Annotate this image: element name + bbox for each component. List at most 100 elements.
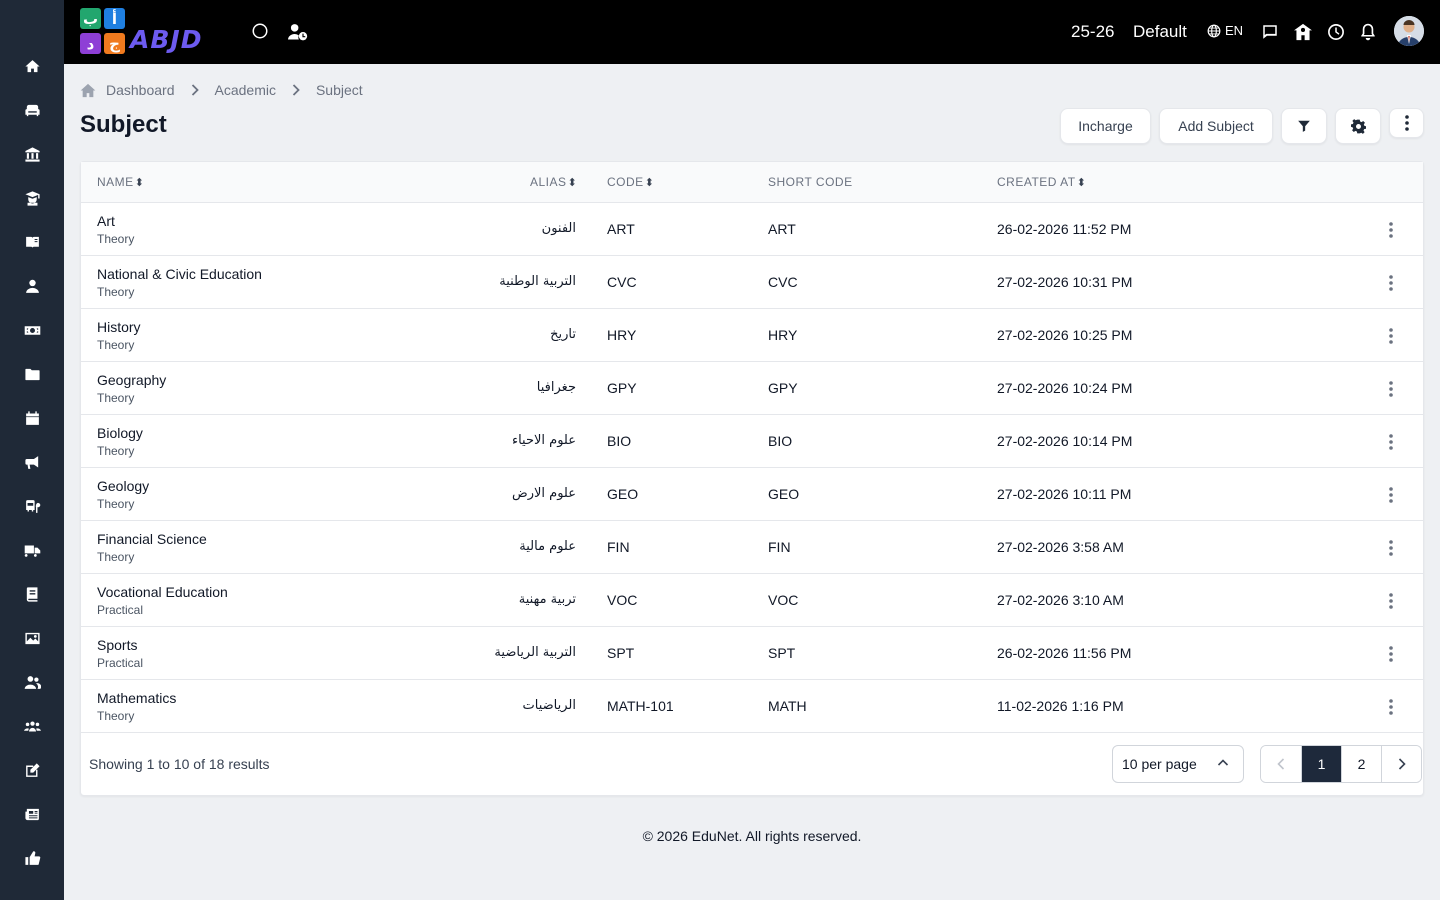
home-icon[interactable] (20, 54, 44, 78)
subject-name-cell[interactable]: Sports Practical (97, 637, 143, 672)
row-actions-button[interactable] (1379, 695, 1403, 719)
table-row: History Theory تاريخ HRY HRY 27-02-2026 10:25… (81, 309, 1423, 362)
book-open-icon[interactable] (20, 230, 44, 254)
subject-name: Geology (97, 478, 150, 494)
row-actions-button[interactable] (1379, 589, 1403, 613)
row-actions-button[interactable] (1379, 324, 1403, 348)
breadcrumb-dashboard[interactable]: Dashboard (106, 82, 175, 98)
people-group-icon[interactable] (20, 714, 44, 738)
subject-type: Theory (97, 232, 135, 246)
page-title: Subject (80, 111, 167, 138)
more-vertical-icon (1389, 593, 1393, 609)
subject-alias: الرياضيات (522, 698, 577, 713)
subject-name: Vocational Education (97, 584, 228, 600)
subject-name-cell[interactable]: Financial Science Theory (97, 531, 207, 566)
row-actions-button[interactable] (1379, 218, 1403, 242)
per-page-select[interactable]: 10 per page (1112, 745, 1244, 783)
truck-icon[interactable] (20, 538, 44, 562)
row-actions-button[interactable] (1379, 430, 1403, 454)
user-clock-icon[interactable] (286, 21, 310, 43)
subject-name: Biology (97, 425, 143, 441)
table-row: Biology Theory علوم الاحياء BIO BIO 27-02-202… (81, 415, 1423, 468)
column-code-header[interactable]: CODE ⬍ (607, 175, 654, 189)
subject-code: CVC (607, 274, 637, 290)
profile-selector[interactable]: Default (1133, 20, 1187, 44)
bell-icon[interactable] (1358, 21, 1378, 43)
next-page-button[interactable] (1381, 746, 1421, 782)
add-subject-button[interactable]: Add Subject (1159, 108, 1273, 144)
subject-short-code: BIO (768, 433, 793, 449)
subject-created-at: 27-02-2026 3:10 AM (997, 592, 1124, 608)
thumbs-up-icon[interactable] (20, 846, 44, 870)
subject-created-at: 27-02-2026 10:25 PM (997, 327, 1133, 343)
row-actions-button[interactable] (1379, 536, 1403, 560)
settings-button[interactable] (1335, 108, 1381, 144)
filter-button[interactable] (1281, 108, 1327, 144)
message-icon[interactable] (1260, 22, 1280, 42)
subject-short-code: GPY (768, 380, 798, 396)
subject-name-cell[interactable]: History Theory (97, 319, 141, 354)
pagination: 1 2 (1260, 745, 1422, 783)
subject-name-cell[interactable]: Geography Theory (97, 372, 166, 407)
language-selector[interactable]: EN (1207, 23, 1243, 38)
subject-name-cell[interactable]: Mathematics Theory (97, 690, 176, 725)
more-vertical-icon (1389, 699, 1393, 715)
avatar[interactable] (1394, 16, 1424, 46)
column-created-at-header[interactable]: CREATED AT ⬍ (997, 175, 1086, 189)
copyright-text: © 2026 EduNet. All rights reserved. (642, 828, 862, 844)
users-icon[interactable] (20, 670, 44, 694)
subject-type: Theory (97, 338, 135, 352)
user-icon[interactable] (20, 274, 44, 298)
page-1-button[interactable]: 1 (1301, 746, 1341, 782)
school-icon[interactable] (1292, 22, 1314, 42)
subject-name-cell[interactable]: Geology Theory (97, 478, 149, 513)
row-actions-button[interactable] (1379, 377, 1403, 401)
table-row: Financial Science Theory علوم مالية FIN FIN 2… (81, 521, 1423, 574)
subject-name-cell[interactable]: National & Civic Education Theory (97, 266, 262, 301)
edit-icon[interactable] (20, 758, 44, 782)
sort-icon: ⬍ (567, 176, 578, 189)
more-options-button[interactable] (1389, 108, 1424, 138)
subject-code: GPY (607, 380, 637, 396)
row-actions-button[interactable] (1379, 271, 1403, 295)
chevron-right-icon (1398, 758, 1406, 770)
graduate-icon[interactable] (20, 186, 44, 210)
row-actions-button[interactable] (1379, 642, 1403, 666)
subject-name-cell[interactable]: Biology Theory (97, 425, 143, 460)
sort-icon: ⬍ (134, 176, 145, 189)
megaphone-icon[interactable] (20, 450, 44, 474)
filter-icon (1298, 120, 1310, 132)
row-actions-button[interactable] (1379, 483, 1403, 507)
language-label: EN (1225, 23, 1244, 38)
subject-type: Theory (97, 550, 135, 564)
newspaper-icon[interactable] (20, 802, 44, 826)
breadcrumb-academic[interactable]: Academic (215, 82, 276, 98)
page-2-button[interactable]: 2 (1341, 746, 1381, 782)
folder-icon[interactable] (20, 362, 44, 386)
incharge-button[interactable]: Incharge (1060, 108, 1151, 144)
column-name-header[interactable]: NAME ⬍ (97, 175, 144, 189)
chevron-right-icon (292, 84, 300, 96)
subject-name-cell[interactable]: Art Theory (97, 213, 134, 248)
column-alias-header[interactable]: ALIAS ⬍ (530, 175, 577, 189)
sofa-icon[interactable] (20, 98, 44, 122)
clock-icon[interactable] (1326, 22, 1346, 42)
home-icon[interactable] (80, 83, 96, 98)
previous-page-button[interactable] (1261, 746, 1301, 782)
subject-name-cell[interactable]: Vocational Education Practical (97, 584, 228, 619)
column-short-code-header: SHORT CODE (768, 175, 853, 189)
bus-stop-icon[interactable] (20, 494, 44, 518)
calendar-icon[interactable] (20, 406, 44, 430)
table-row: Sports Practical التربية الرياضية SPT SPT 26-… (81, 627, 1423, 680)
subject-short-code: VOC (768, 592, 799, 608)
subject-alias: علوم الارض (512, 486, 576, 501)
image-icon[interactable] (20, 626, 44, 650)
subject-created-at: 11-02-2026 1:16 PM (997, 698, 1124, 714)
logo-tile: ج (104, 33, 125, 54)
app-logo[interactable]: ب أ د ج ABJD (80, 8, 226, 56)
money-icon[interactable] (20, 318, 44, 342)
session-selector[interactable]: 25-26 (1071, 20, 1114, 44)
book-icon[interactable] (20, 582, 44, 606)
circle-icon[interactable] (250, 21, 270, 41)
institution-icon[interactable] (20, 142, 44, 166)
